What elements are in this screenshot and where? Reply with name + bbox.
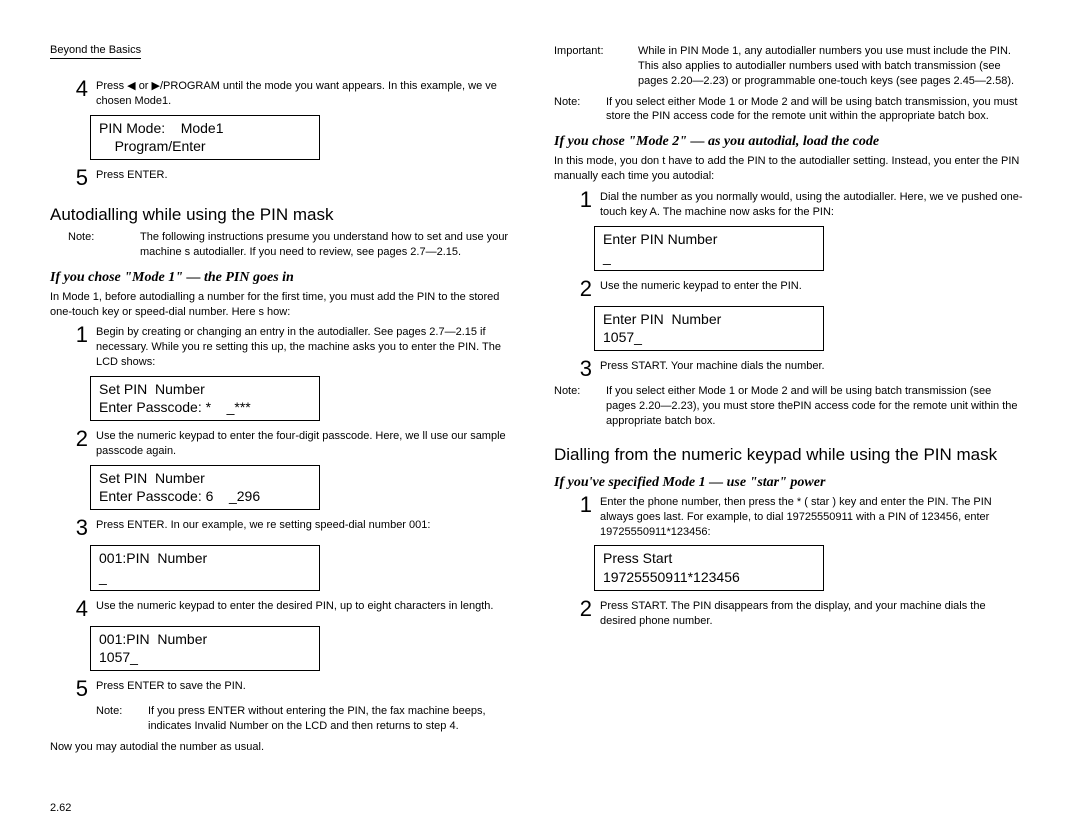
step-text: Use the numeric keypad to enter the PIN. <box>600 279 1024 300</box>
lcd-display: Set PIN Number Enter Passcode: 6 _296 <box>90 465 320 510</box>
step-text: Press ENTER. In our example, we re setti… <box>96 518 520 539</box>
lcd-display: 001:PIN Number 1057_ <box>90 626 320 671</box>
step-5: 5 Press ENTER to save the PIN. <box>70 679 520 700</box>
step-3: 3 Press ENTER. In our example, we re set… <box>70 518 520 539</box>
subheading: If you chose "Mode 1" — the PIN goes in <box>50 270 520 286</box>
header-section: Beyond the Basics <box>50 44 141 59</box>
note-block: Note: If you press ENTER without enterin… <box>96 704 520 734</box>
step-text: Press ENTER to save the PIN. <box>96 679 520 700</box>
step-number: 1 <box>574 494 592 540</box>
step-5a: 5 Press ENTER. <box>70 168 520 189</box>
step-number: 2 <box>574 598 592 629</box>
section-heading: Dialling from the numeric keypad while u… <box>554 445 1024 465</box>
subheading: If you chose "Mode 2" — as you autodial,… <box>554 134 1024 150</box>
note-body: If you press ENTER without entering the … <box>148 704 520 734</box>
body-text: In this mode, you don t have to add the … <box>554 154 1024 184</box>
step-number: 3 <box>70 517 88 539</box>
step-3: 3 Press START. Your machine dials the nu… <box>574 359 1024 380</box>
lcd-display: Enter PIN Number _ <box>594 226 824 271</box>
step-number: 4 <box>70 598 88 620</box>
step-text: Use the numeric keypad to enter the desi… <box>96 599 520 620</box>
step-1: 1 Dial the number as you normally would,… <box>574 190 1024 220</box>
body-text: In Mode 1, before autodialling a number … <box>50 290 520 320</box>
step-1: 1 Begin by creating or changing an entry… <box>70 325 520 370</box>
note-block: Note: If you select either Mode 1 or Mod… <box>554 95 1024 125</box>
page-number: 2.62 <box>50 802 71 814</box>
note-body: If you select either Mode 1 or Mode 2 an… <box>606 95 1024 125</box>
step-number: 2 <box>574 278 592 300</box>
step-2: 2 Use the numeric keypad to enter the PI… <box>574 279 1024 300</box>
step-2b: 2 Press START. The PIN disappears from t… <box>574 599 1024 629</box>
step-4a: 4 Press ◀ or ▶/PROGRAM until the mode yo… <box>70 79 520 109</box>
step-text: Begin by creating or changing an entry i… <box>96 325 520 370</box>
step-number: 1 <box>70 324 88 370</box>
step-text: Press START. The PIN disappears from the… <box>600 599 1024 629</box>
note-block: Note: The following instructions presume… <box>68 230 520 260</box>
step-number: 5 <box>70 167 88 189</box>
step-4: 4 Use the numeric keypad to enter the de… <box>70 599 520 620</box>
step-text: Press START. Your machine dials the numb… <box>600 359 1024 380</box>
note-label: Note: <box>554 95 594 125</box>
important-block: Important: While in PIN Mode 1, any auto… <box>554 44 1024 89</box>
step-text: Dial the number as you normally would, u… <box>600 190 1024 220</box>
note-label: Note: <box>554 384 594 429</box>
step-number: 3 <box>574 358 592 380</box>
lcd-display: Set PIN Number Enter Passcode: * _*** <box>90 376 320 421</box>
lcd-display: Enter PIN Number 1057_ <box>594 306 824 351</box>
important-body: While in PIN Mode 1, any autodialler num… <box>638 44 1024 89</box>
step-number: 5 <box>70 678 88 700</box>
lcd-display: 001:PIN Number _ <box>90 545 320 590</box>
section-heading: Autodialling while using the PIN mask <box>50 205 520 225</box>
step-text: Press ENTER. <box>96 168 520 189</box>
step-1b: 1 Enter the phone number, then press the… <box>574 495 1024 540</box>
note-body: If you select either Mode 1 or Mode 2 an… <box>606 384 1024 429</box>
step-number: 2 <box>70 428 88 459</box>
lcd-display: PIN Mode: Mode1 Program/Enter <box>90 115 320 160</box>
lcd-display: Press Start 19725550911*123456 <box>594 545 824 590</box>
step-number: 4 <box>70 78 88 109</box>
note-label: Note: <box>68 230 128 260</box>
step-text: Press ◀ or ▶/PROGRAM until the mode you … <box>96 79 520 109</box>
note-body: The following instructions presume you u… <box>140 230 520 260</box>
note-block: Note: If you select either Mode 1 or Mod… <box>554 384 1024 429</box>
subheading: If you've specified Mode 1 — use "star" … <box>554 475 1024 491</box>
step-number: 1 <box>574 189 592 220</box>
step-text: Use the numeric keypad to enter the four… <box>96 429 520 459</box>
body-text: Now you may autodial the number as usual… <box>50 740 520 755</box>
important-label: Important: <box>554 44 626 89</box>
step-text: Enter the phone number, then press the *… <box>600 495 1024 540</box>
note-label: Note: <box>96 704 136 734</box>
step-2: 2 Use the numeric keypad to enter the fo… <box>70 429 520 459</box>
